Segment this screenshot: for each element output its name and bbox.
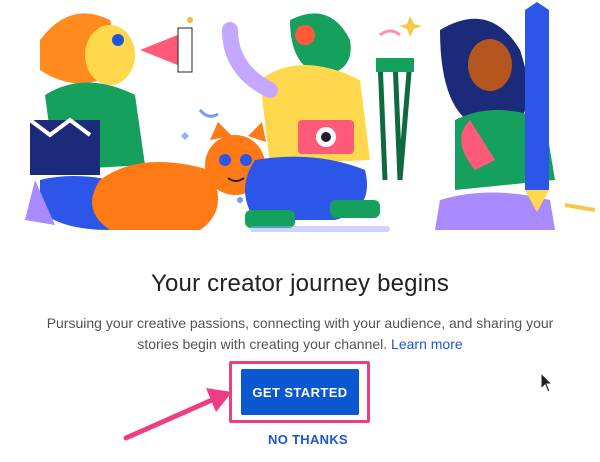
artist-woman-figure [435,2,555,230]
photographer-figure [222,13,414,228]
page-title: Your creator journey begins [150,270,450,297]
ground-shadow [250,226,390,232]
description-text: Pursuing your creative passions, connect… [40,313,560,355]
mouse-cursor-icon [540,372,554,393]
creator-illustration [25,2,596,232]
get-started-button[interactable]: GET STARTED [241,369,359,415]
description-body: Pursuing your creative passions, connect… [46,315,554,352]
arrow-annotation-icon [123,388,232,441]
no-thanks-button[interactable]: NO THANKS [250,432,366,447]
learn-more-link[interactable]: Learn more [391,336,463,352]
